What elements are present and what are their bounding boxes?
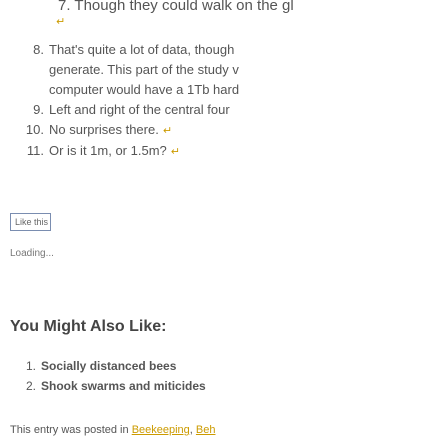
footnote-item: 9. Left and right of the central four	[0, 100, 448, 120]
footnote-list: 8. That's quite a lot of data, though gen…	[0, 40, 448, 162]
footnote-text: Left and right of the central four	[49, 102, 230, 117]
related-post-number: 2.	[25, 379, 36, 393]
footnote-text: computer would have a 1Tb hard	[49, 82, 240, 97]
page: 7. Though they could walk on the gl ↵ 8.…	[0, 0, 448, 448]
footnote-number: 11.	[26, 143, 44, 158]
footnote-fragment-text: 7. Though they could walk on the gl	[58, 0, 294, 14]
footnote-number: 9.	[33, 102, 44, 117]
footnote-return-link[interactable]: ↵	[56, 15, 65, 28]
like-button-label: Like this	[15, 217, 49, 227]
footnote-return-link[interactable]: ↵	[163, 125, 172, 137]
footnote-item: 10. No surprises there. ↵	[0, 120, 448, 141]
category-link[interactable]: Beh	[196, 424, 216, 436]
footnote-text: No surprises there.	[49, 122, 159, 137]
related-post-item: 2. Shook swarms and miticides	[0, 376, 206, 396]
footnote-text: generate. This part of the study v	[49, 62, 239, 77]
footnote-item: 8. That's quite a lot of data, though gen…	[0, 40, 448, 100]
footnote-text: That's quite a lot of data, though	[49, 42, 235, 57]
related-post-link[interactable]: Socially distanced bees	[41, 359, 176, 373]
related-post-link[interactable]: Shook swarms and miticides	[41, 379, 206, 393]
footnote-number: 10.	[25, 122, 44, 137]
footnote-fragment: 7. Though they could walk on the gl	[58, 0, 294, 16]
footnote-item: 11. Or is it 1m, or 1.5m? ↵	[0, 141, 448, 162]
related-post-number: 1.	[25, 359, 36, 373]
footnote-text: Or is it 1m, or 1.5m?	[49, 143, 167, 158]
category-link[interactable]: Beekeeping	[132, 424, 190, 436]
entry-meta-prefix: This entry was posted in	[10, 424, 129, 436]
like-button[interactable]: Like this	[10, 213, 51, 231]
footnote-number: 8.	[33, 42, 44, 57]
footnote-return-link[interactable]: ↵	[171, 146, 180, 158]
entry-meta: This entry was posted in Beekeeping, Beh	[10, 424, 216, 436]
loading-text: Loading...	[10, 248, 54, 259]
related-post-item: 1. Socially distanced bees	[0, 356, 206, 376]
related-posts-list: 1. Socially distanced bees 2. Shook swarms…	[0, 356, 206, 396]
related-posts-heading: You Might Also Like:	[10, 318, 167, 335]
